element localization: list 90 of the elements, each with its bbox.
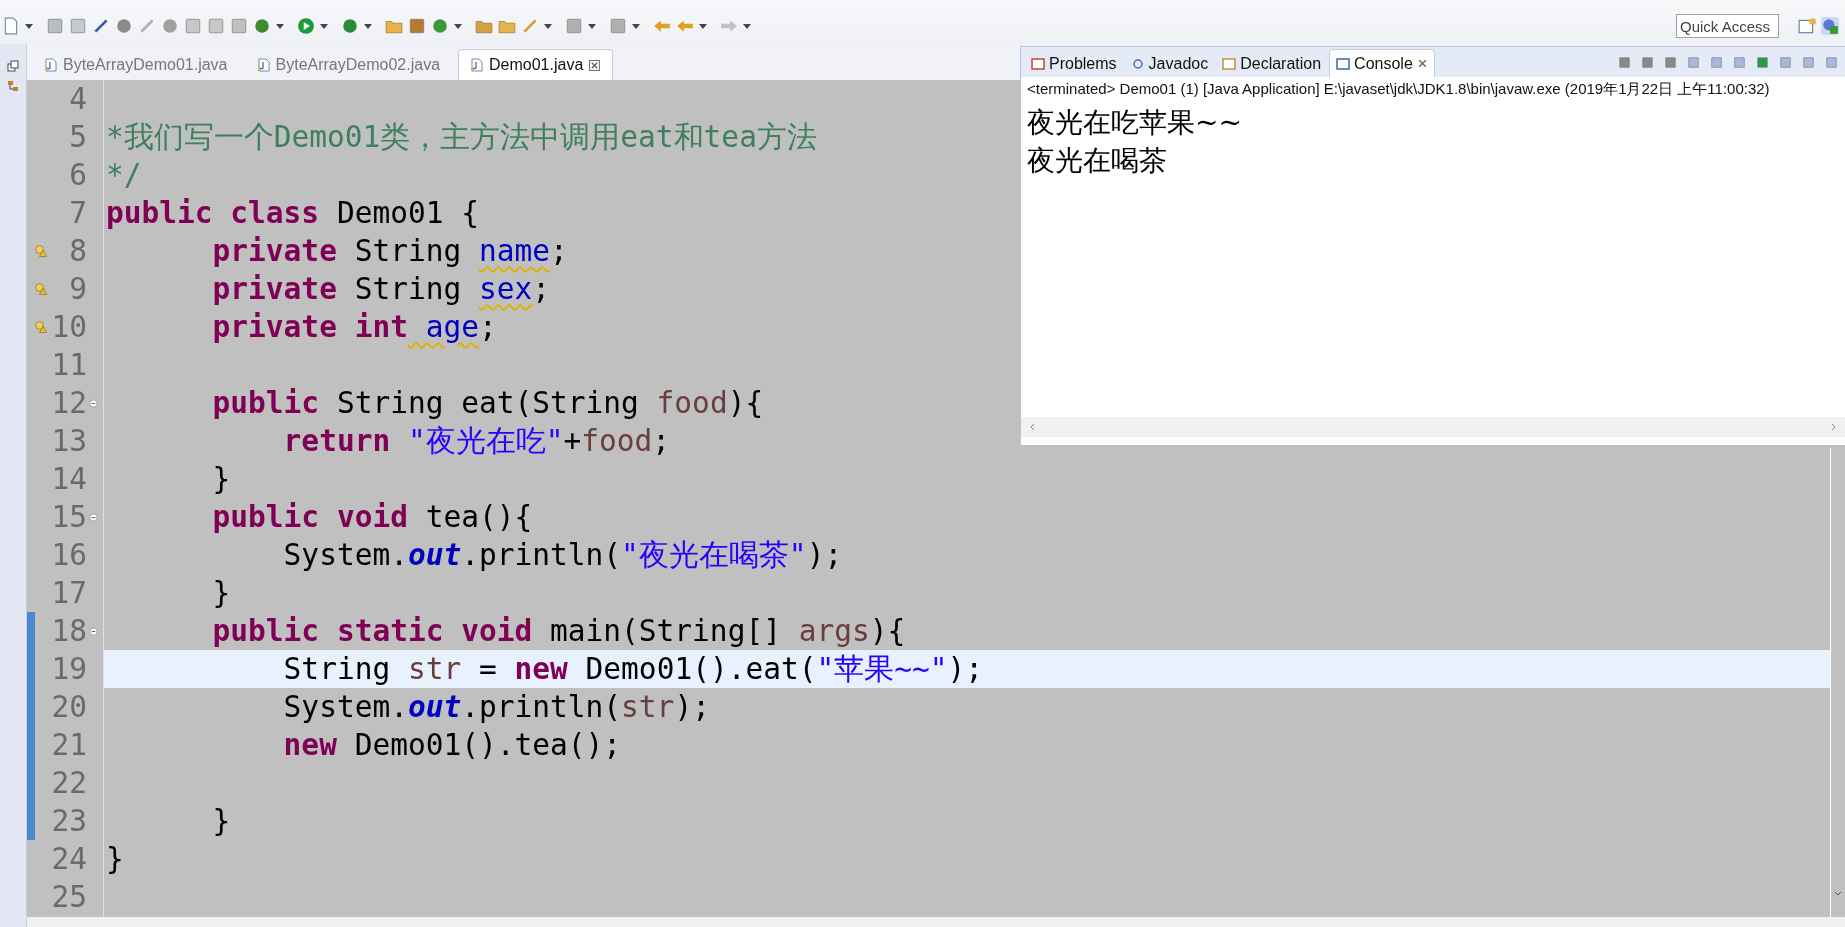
view-tab[interactable]: Console — [1329, 49, 1435, 77]
java-perspective-icon[interactable] — [1821, 17, 1839, 35]
line-number: 19 — [50, 651, 88, 688]
caret-icon[interactable] — [320, 23, 328, 29]
stop-icon[interactable] — [1617, 54, 1632, 70]
caret-icon[interactable] — [25, 23, 33, 29]
caret-icon[interactable] — [364, 23, 372, 29]
code-line: } — [106, 842, 124, 876]
scroll-right-icon[interactable] — [1831, 423, 1837, 431]
code-line: private String sex; — [211, 272, 551, 306]
editor-tab[interactable]: Demo01.java — [458, 49, 614, 80]
caret-icon[interactable] — [454, 23, 462, 29]
line-number: 23 — [50, 803, 88, 840]
line-number: 16 — [50, 537, 88, 574]
console-status: <terminated> Demo01 (1) [Java Application] E:\javaset\jdk\JDK1.8\bin\javaw.exe (2019年1月22日 上午11:00:32) — [1026, 79, 1771, 99]
java-file-icon — [45, 58, 57, 72]
code-line: } — [211, 462, 231, 496]
tab-label: ByteArrayDemo02.java — [275, 56, 441, 74]
problems-icon — [1031, 56, 1045, 71]
line-number: 18 — [50, 613, 88, 650]
tab-label: Declaration — [1240, 54, 1322, 73]
scroll-left-icon[interactable] — [1029, 423, 1035, 431]
fold-icon[interactable] — [89, 512, 98, 522]
line-number: 20 — [50, 689, 88, 726]
horizontal-scrollbar[interactable] — [27, 917, 1845, 927]
line-number: 10 — [50, 309, 88, 346]
code-line: } — [211, 804, 231, 838]
caret-icon[interactable] — [699, 23, 707, 29]
scroll-down-icon[interactable] — [1834, 891, 1842, 897]
new-file-icon[interactable] — [2, 17, 20, 35]
caret-icon[interactable] — [276, 23, 284, 29]
line-number: 13 — [50, 423, 88, 460]
caret-icon[interactable] — [743, 23, 751, 29]
line-number: 6 — [68, 157, 88, 194]
close-icon[interactable] — [589, 59, 601, 71]
line-number: 24 — [50, 841, 88, 878]
code-line: } — [211, 576, 231, 610]
java-file-icon — [257, 58, 270, 72]
line-number: 11 — [50, 347, 88, 384]
code-line: private int age; — [211, 310, 497, 344]
code-line: System.out.println(str); — [282, 690, 710, 724]
view-tab[interactable]: Declaration — [1216, 50, 1328, 77]
code-line: String str = new Demo01().eat("苹果~~"); — [282, 652, 984, 686]
code-line: public String eat(String food){ — [211, 386, 764, 420]
tab-label: ByteArrayDemo01.java — [63, 56, 228, 74]
java-file-icon — [471, 58, 484, 72]
line-number: 12 — [50, 385, 88, 422]
caret-icon[interactable] — [588, 23, 596, 29]
code-line: *我们写一个Demo01类，主方法中调用eat和tea方法 — [106, 120, 817, 154]
hierarchy-icon[interactable] — [7, 80, 19, 92]
line-number: 4 — [68, 81, 88, 118]
editor-tab[interactable]: ByteArrayDemo02.java — [245, 50, 453, 80]
open-perspective-icon[interactable] — [1798, 17, 1816, 35]
line-number: 5 — [68, 119, 88, 156]
line-number: 7 — [68, 195, 88, 232]
code-line: public void tea(){ — [211, 500, 533, 534]
code-line: private String name; — [211, 234, 568, 268]
line-number: 15 — [50, 499, 88, 536]
quick-access-field[interactable]: Quick Access — [1676, 14, 1779, 38]
caret-icon[interactable] — [544, 23, 552, 29]
fold-icon[interactable] — [89, 398, 98, 408]
close-icon[interactable] — [1416, 58, 1428, 69]
declaration-icon — [1222, 56, 1237, 71]
line-number: 9 — [68, 271, 88, 308]
editor-tab[interactable]: ByteArrayDemo01.java — [33, 50, 240, 80]
code-line: public static void main(String[] args){ — [211, 614, 906, 648]
console-output-line: 夜光在吃苹果~~ — [1027, 105, 1243, 141]
horizontal-scrollbar[interactable] — [1021, 417, 1845, 437]
fold-icon[interactable] — [89, 626, 98, 636]
view-tab[interactable]: Javadoc — [1124, 50, 1215, 77]
console-output-line: 夜光在喝茶 — [1027, 143, 1168, 179]
code-line: public class Demo01 { — [106, 196, 479, 230]
tab-label: Demo01.java — [489, 56, 584, 74]
code-line: return "夜光在吃"+food; — [282, 424, 671, 458]
line-number: 8 — [68, 233, 88, 270]
code-line: System.out.println("夜光在喝茶"); — [282, 538, 843, 572]
caret-icon[interactable] — [632, 23, 640, 29]
line-number: 14 — [50, 461, 88, 498]
code-line: */ — [106, 158, 142, 192]
code-line: new Demo01().tea(); — [282, 728, 622, 762]
view-tab[interactable]: Problems — [1025, 50, 1123, 77]
line-number: 17 — [50, 575, 88, 612]
play-icon[interactable] — [297, 17, 315, 35]
restore-icon[interactable] — [7, 60, 19, 72]
tab-label: Javadoc — [1148, 54, 1209, 73]
tab-label: Problems — [1049, 54, 1117, 73]
line-number: 21 — [50, 727, 88, 764]
tab-label: Console — [1354, 54, 1413, 73]
line-number: 22 — [50, 765, 88, 802]
line-number: 25 — [50, 879, 88, 916]
